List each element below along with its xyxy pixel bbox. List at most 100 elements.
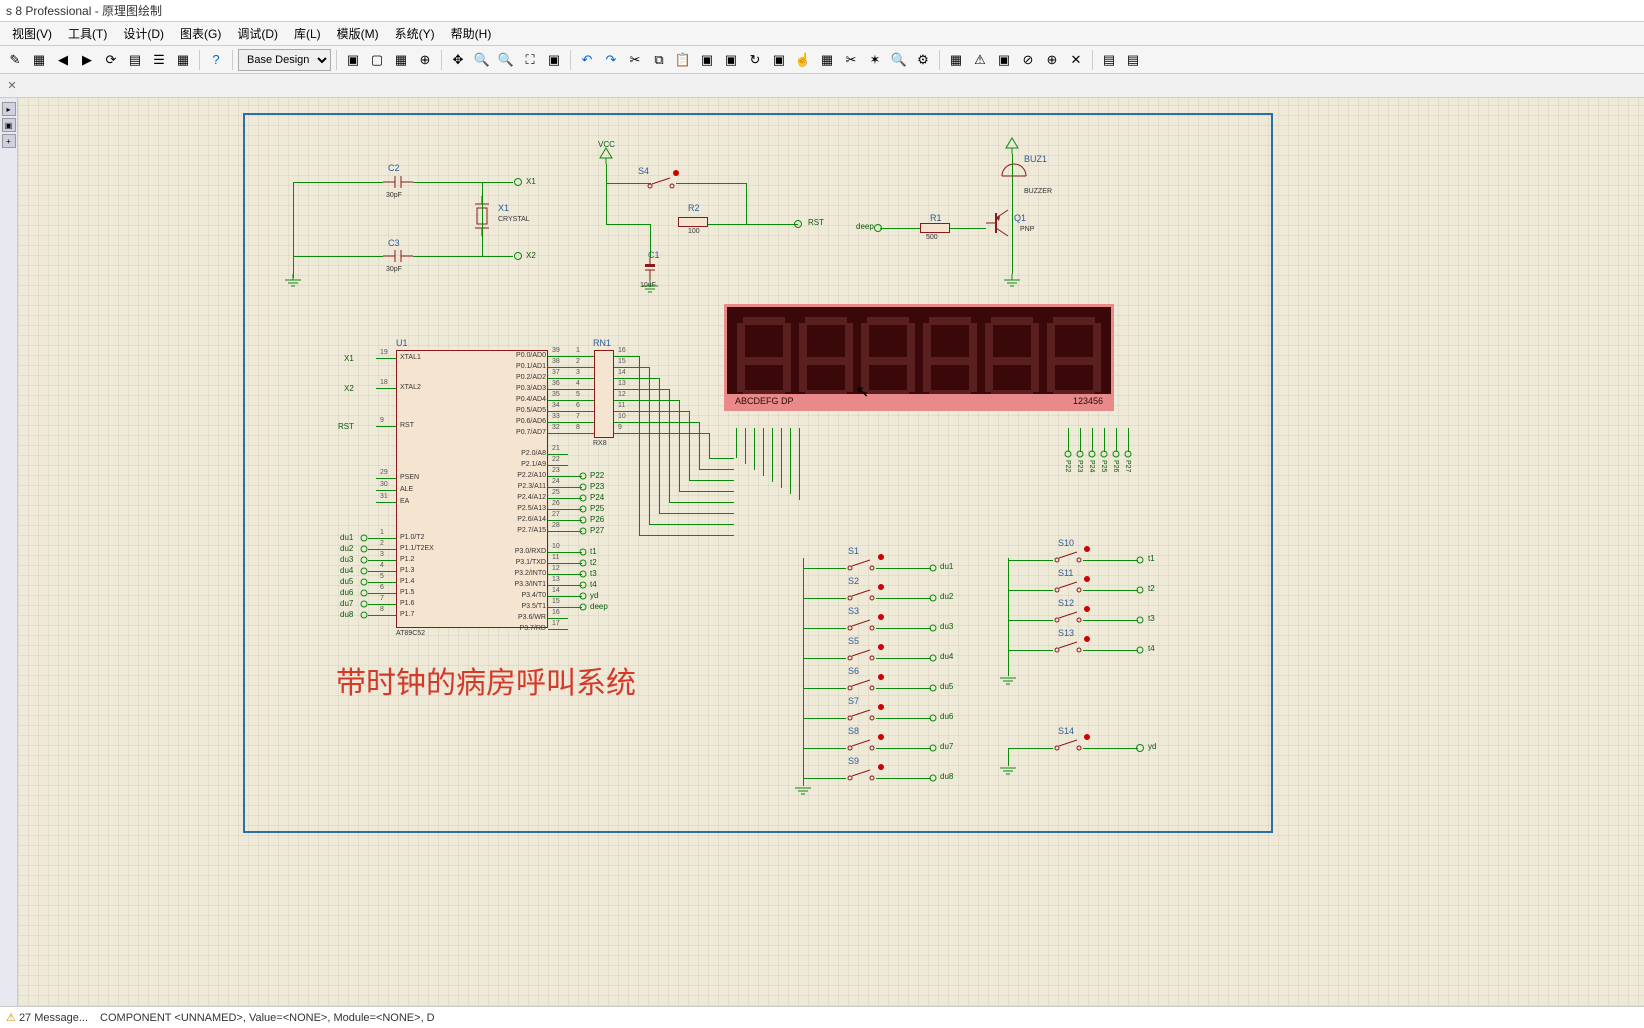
sw-S1-dot[interactable] — [878, 554, 884, 560]
c1-symbol[interactable] — [643, 258, 657, 280]
sw-S12-term[interactable] — [1137, 617, 1144, 624]
sw-S13-symbol[interactable] — [1053, 640, 1083, 654]
tb-zoom-region-icon[interactable]: ▣ — [543, 49, 565, 71]
du-term-7[interactable] — [361, 612, 368, 619]
tb-zoom-all-icon[interactable]: ▢ — [366, 49, 388, 71]
sw-S10-dot[interactable] — [1084, 546, 1090, 552]
tb-layer-icon[interactable]: ▤ — [124, 49, 146, 71]
c2-symbol[interactable] — [383, 176, 413, 188]
q1-symbol[interactable] — [986, 208, 1016, 238]
sw-S9-dot[interactable] — [878, 764, 884, 770]
tb-copy-icon[interactable]: ⧉ — [648, 49, 670, 71]
sw-S13-term[interactable] — [1137, 647, 1144, 654]
side-junction-icon[interactable]: + — [2, 134, 16, 148]
sw-S7-term[interactable] — [930, 715, 937, 722]
menu-library[interactable]: 库(L) — [286, 23, 329, 44]
sw-S2-dot[interactable] — [878, 584, 884, 590]
deep-terminal[interactable] — [874, 224, 882, 232]
tb-undo-icon[interactable]: ↶ — [576, 49, 598, 71]
sw-S5-dot[interactable] — [878, 644, 884, 650]
r2-symbol[interactable] — [678, 217, 708, 227]
sw-S11-dot[interactable] — [1084, 576, 1090, 582]
s4-dot[interactable] — [673, 170, 679, 176]
side-selection-icon[interactable]: ▸ — [2, 102, 16, 116]
seven-seg-display[interactable]: ABCDEFG DP 123456 — [724, 304, 1114, 411]
sw-S5-term[interactable] — [930, 655, 937, 662]
tb-help-icon[interactable]: ? — [205, 49, 227, 71]
tb-new-icon[interactable]: ⊕ — [1041, 49, 1063, 71]
tb-cut-icon[interactable]: ✂ — [624, 49, 646, 71]
menu-tools[interactable]: 工具(T) — [60, 23, 115, 44]
du-term-6[interactable] — [361, 601, 368, 608]
tb-zoom-in-icon[interactable]: 🔍 — [471, 49, 493, 71]
tb-zoom-out-icon[interactable]: 🔍 — [495, 49, 517, 71]
sw-S1-term[interactable] — [930, 565, 937, 572]
x1-terminal[interactable] — [514, 178, 522, 186]
du-term-4[interactable] — [361, 579, 368, 586]
s14-net-term[interactable] — [1136, 744, 1144, 752]
tb-excl-icon[interactable]: ⊘ — [1017, 49, 1039, 71]
tb-edit-icon[interactable]: ✎ — [4, 49, 26, 71]
tb-fit-icon[interactable]: ⛶ — [519, 49, 541, 71]
tb-report-icon[interactable]: ▤ — [1122, 49, 1144, 71]
sw-S11-symbol[interactable] — [1053, 580, 1083, 594]
sw-S10-term[interactable] — [1137, 557, 1144, 564]
sw-S6-dot[interactable] — [878, 674, 884, 680]
sw-S8-symbol[interactable] — [846, 738, 876, 752]
sw-S2-symbol[interactable] — [846, 588, 876, 602]
sw-S3-term[interactable] — [930, 625, 937, 632]
s14-dot[interactable] — [1084, 734, 1090, 740]
tb-block-copy-icon[interactable]: ▣ — [696, 49, 718, 71]
tb-erc-icon[interactable]: ⚠ — [969, 49, 991, 71]
sw-S5-symbol[interactable] — [846, 648, 876, 662]
tb-list-icon[interactable]: ▦ — [172, 49, 194, 71]
tb-bom-icon[interactable]: ▤ — [1098, 49, 1120, 71]
tb-props-icon[interactable]: ☰ — [148, 49, 170, 71]
rst-terminal[interactable] — [794, 220, 802, 228]
sw-S12-symbol[interactable] — [1053, 610, 1083, 624]
tb-zoom-area-icon[interactable]: ▣ — [342, 49, 364, 71]
tab-close-icon[interactable]: ✕ — [4, 78, 20, 94]
s4-symbol[interactable] — [646, 176, 676, 190]
du-term-3[interactable] — [361, 568, 368, 575]
sw-S11-term[interactable] — [1137, 587, 1144, 594]
sw-S8-dot[interactable] — [878, 734, 884, 740]
tb-pick-icon[interactable]: ☝ — [792, 49, 814, 71]
du-term-5[interactable] — [361, 590, 368, 597]
tb-block-rot-icon[interactable]: ↻ — [744, 49, 766, 71]
du-term-0[interactable] — [361, 535, 368, 542]
menu-system[interactable]: 系统(Y) — [387, 23, 443, 44]
menu-view[interactable]: 视图(V) — [4, 23, 60, 44]
sw-S9-term[interactable] — [930, 775, 937, 782]
sw-S8-term[interactable] — [930, 745, 937, 752]
tb-refresh-icon[interactable]: ⟳ — [100, 49, 122, 71]
x2-terminal[interactable] — [514, 252, 522, 260]
tb-search-icon[interactable]: 🔍 — [888, 49, 910, 71]
menu-debug[interactable]: 调试(D) — [229, 23, 286, 44]
menu-help[interactable]: 帮助(H) — [443, 23, 500, 44]
tb-redo-icon[interactable]: ↷ — [600, 49, 622, 71]
tb-center-icon[interactable]: ✥ — [447, 49, 469, 71]
r1-symbol[interactable] — [920, 223, 950, 233]
sw-S6-symbol[interactable] — [846, 678, 876, 692]
sw-S6-term[interactable] — [930, 685, 937, 692]
tb-block-move-icon[interactable]: ▣ — [720, 49, 742, 71]
sw-S7-symbol[interactable] — [846, 708, 876, 722]
tb-next-icon[interactable]: ▶ — [76, 49, 98, 71]
tb-prev-icon[interactable]: ◀ — [52, 49, 74, 71]
tb-assign-icon[interactable]: ⚙ — [912, 49, 934, 71]
menu-graph[interactable]: 图表(G) — [172, 23, 229, 44]
du-term-2[interactable] — [361, 557, 368, 564]
design-selector[interactable]: Base Design — [238, 49, 331, 71]
c3-symbol[interactable] — [383, 250, 413, 262]
sw-S2-term[interactable] — [930, 595, 937, 602]
sw-S12-dot[interactable] — [1084, 606, 1090, 612]
tb-block-del-icon[interactable]: ▣ — [768, 49, 790, 71]
rn1-body[interactable] — [594, 350, 614, 438]
tb-grid-icon[interactable]: ▦ — [28, 49, 50, 71]
s14-symbol[interactable] — [1053, 738, 1083, 752]
buz1-symbol[interactable] — [1002, 164, 1032, 188]
sw-S3-dot[interactable] — [878, 614, 884, 620]
tb-paste-icon[interactable]: 📋 — [672, 49, 694, 71]
tb-snap-icon[interactable]: ▦ — [390, 49, 412, 71]
